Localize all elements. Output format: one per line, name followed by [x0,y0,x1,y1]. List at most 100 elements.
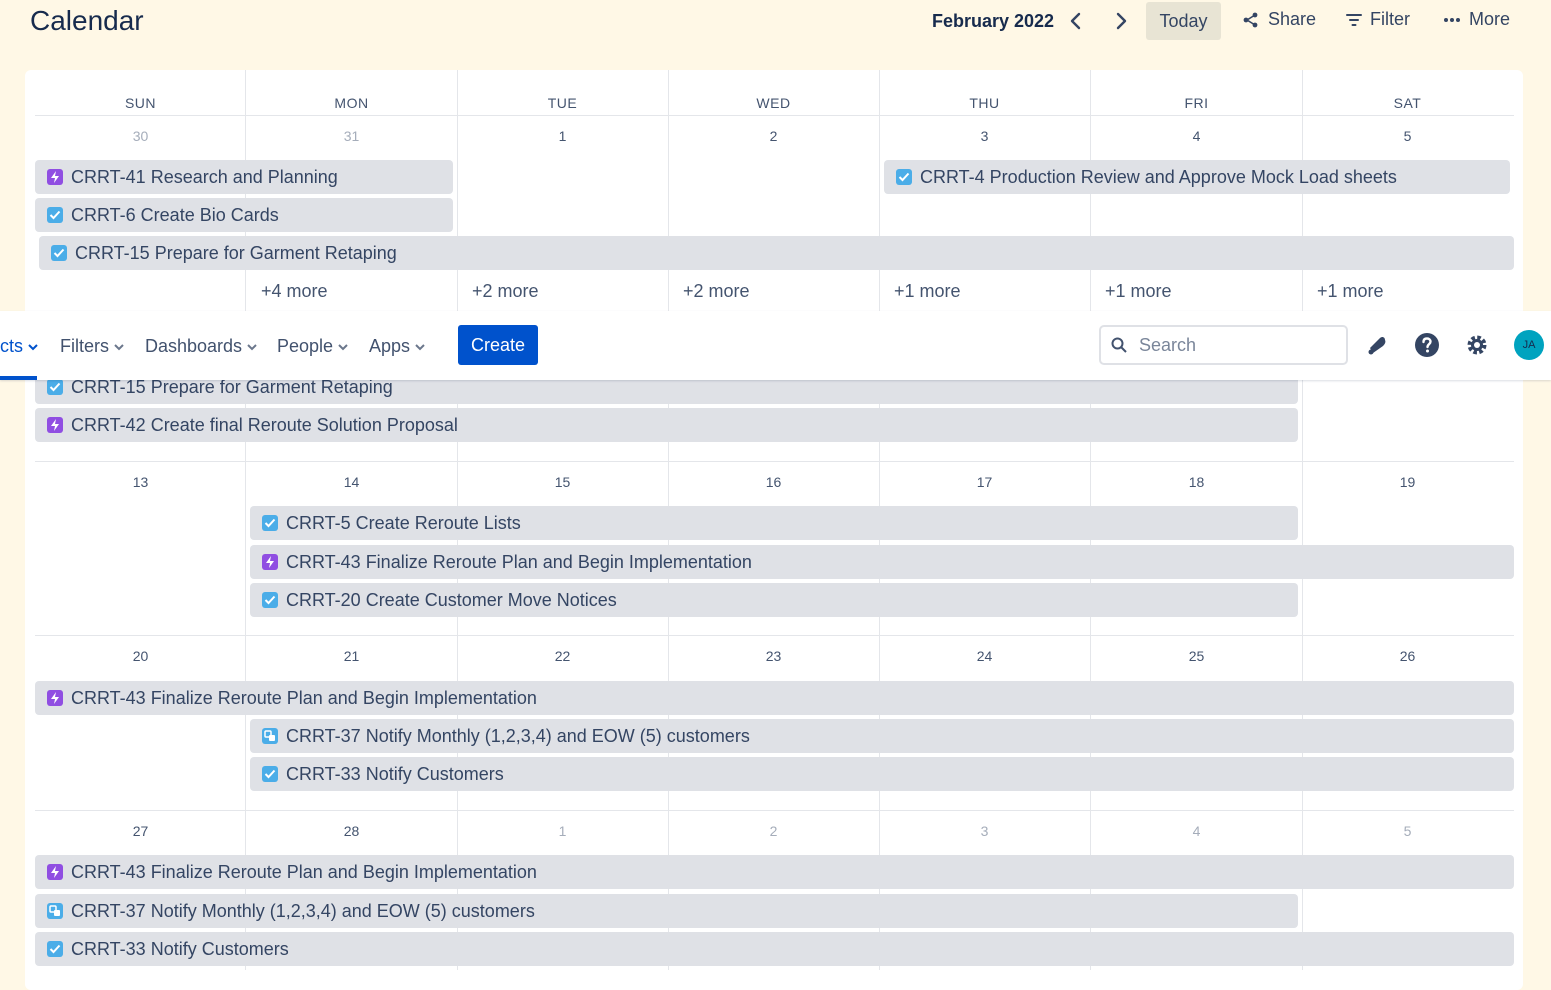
day-number[interactable]: 2 [668,128,879,144]
calendar-event[interactable]: CRRT-37 Notify Monthly (1,2,3,4) and EOW… [35,894,1298,928]
calendar-event[interactable]: CRRT-6 Create Bio Cards [35,198,453,232]
day-number[interactable]: 22 [457,648,668,664]
day-number[interactable]: 24 [879,648,1090,664]
event-label: CRRT-33 Notify Customers [71,938,289,959]
event-label: CRRT-43 Finalize Reroute Plan and Begin … [71,687,537,708]
filter-label: Filter [1370,9,1410,29]
day-number[interactable]: 28 [246,823,457,839]
calendar-event[interactable]: CRRT-43 Finalize Reroute Plan and Begin … [35,855,1514,889]
day-number[interactable]: 15 [457,474,668,490]
nav-apps-label: Apps [369,336,411,356]
notifications-button[interactable] [1363,331,1391,359]
nav-filters-label: Filters [60,336,109,356]
event-label: CRRT-37 Notify Monthly (1,2,3,4) and EOW… [71,900,535,921]
filter-icon [1346,13,1362,26]
day-number[interactable]: 20 [35,648,246,664]
day-number[interactable]: 23 [668,648,879,664]
day-number[interactable]: 13 [35,474,246,490]
share-icon [1243,12,1258,27]
task-icon [896,169,912,185]
day-number[interactable]: 2 [668,823,879,839]
nav-filters[interactable]: Filters [60,336,125,357]
day-number[interactable]: 21 [246,648,457,664]
calendar-event[interactable]: CRRT-33 Notify Customers [35,932,1514,966]
event-label: CRRT-33 Notify Customers [286,763,504,784]
search-field[interactable] [1099,325,1348,365]
grid-line [35,115,1514,116]
chevron-down-icon [28,343,38,350]
more-label: More [1469,9,1511,29]
day-number[interactable]: 16 [668,474,879,490]
subtask-icon [47,903,63,919]
calendar-event[interactable]: CRRT-43 Finalize Reroute Plan and Begin … [250,545,1514,579]
calendar-event[interactable]: CRRT-37 Notify Monthly (1,2,3,4) and EOW… [250,719,1514,753]
nav-people-label: People [277,336,334,356]
chevron-down-icon [114,343,124,350]
prev-month-button[interactable] [1063,8,1089,34]
share-button[interactable]: Share [1242,9,1316,30]
more-events-link[interactable]: +1 more [1105,281,1172,302]
day-number[interactable]: 18 [1091,474,1302,490]
filter-button[interactable]: Filter [1346,9,1410,30]
day-number[interactable]: 17 [879,474,1090,490]
weekday-sat: SAT [1393,95,1422,111]
event-label: CRRT-6 Create Bio Cards [71,204,279,225]
day-number[interactable]: 1 [457,128,668,144]
calendar-event[interactable]: CRRT-42 Create final Reroute Solution Pr… [35,408,1298,442]
more-events-link[interactable]: +2 more [683,281,750,302]
calendar-event[interactable]: CRRT-5 Create Reroute Lists [250,506,1298,540]
day-number[interactable]: 4 [1091,823,1302,839]
task-icon [262,766,278,782]
more-button[interactable]: More [1443,9,1510,30]
help-button[interactable] [1413,331,1441,359]
day-number[interactable]: 25 [1091,648,1302,664]
weekday-tue: TUE [547,95,578,111]
avatar[interactable]: JA [1514,330,1544,360]
calendar-event[interactable]: CRRT-43 Finalize Reroute Plan and Begin … [35,681,1514,715]
nav-dashboards[interactable]: Dashboards [145,336,258,357]
calendar-event[interactable]: CRRT-15 Prepare for Garment Retaping [39,236,1514,270]
nav-people[interactable]: People [277,336,349,357]
day-number[interactable]: 27 [35,823,246,839]
task-icon [262,515,278,531]
search-input[interactable] [1137,333,1331,357]
day-number[interactable]: 30 [35,128,246,144]
day-number[interactable]: 26 [1302,648,1513,664]
event-label: CRRT-4 Production Review and Approve Moc… [920,166,1397,187]
more-events-link[interactable]: +1 more [894,281,961,302]
share-label: Share [1268,9,1317,29]
nav-apps[interactable]: Apps [369,336,426,357]
page-title: Calendar [30,5,144,36]
calendar-event[interactable]: CRRT-33 Notify Customers [250,757,1514,791]
day-number[interactable]: 19 [1302,474,1513,490]
epic-icon [47,417,63,433]
gear-icon [1467,335,1487,355]
more-events-link[interactable]: +4 more [261,281,328,302]
day-number[interactable]: 5 [1302,128,1513,144]
task-icon [262,592,278,608]
calendar-event[interactable]: CRRT-4 Production Review and Approve Moc… [884,160,1510,194]
more-events-link[interactable]: +1 more [1317,281,1384,302]
task-icon [47,941,63,957]
day-number[interactable]: 5 [1302,823,1513,839]
day-number[interactable]: 31 [246,128,457,144]
day-number[interactable]: 3 [879,823,1090,839]
create-button[interactable]: Create [458,325,538,365]
nav-projects[interactable]: cts [0,336,39,357]
day-number[interactable]: 3 [879,128,1090,144]
settings-button[interactable] [1463,331,1491,359]
day-number[interactable]: 4 [1091,128,1302,144]
day-number[interactable]: 14 [246,474,457,490]
calendar-event[interactable]: CRRT-41 Research and Planning [35,160,453,194]
more-icon [1444,17,1460,22]
top-navigation-bar: cts Filters Dashboards People Apps Creat… [0,311,1551,380]
active-nav-indicator [0,376,37,380]
calendar-event[interactable]: CRRT-20 Create Customer Move Notices [250,583,1298,617]
more-events-link[interactable]: +2 more [472,281,539,302]
today-button[interactable]: Today [1146,2,1221,40]
day-number[interactable]: 1 [457,823,668,839]
chevron-down-icon [338,343,348,350]
calendar-header: Calendar February 2022 Today Share Filte… [0,0,1551,44]
grid-line [35,635,1514,636]
next-month-button[interactable] [1108,8,1134,34]
